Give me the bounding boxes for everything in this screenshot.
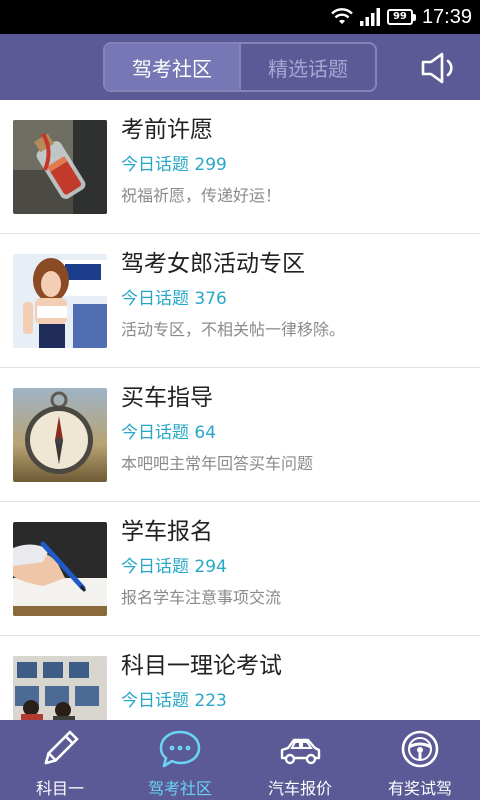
pencil-icon (44, 730, 79, 765)
compass-image (13, 388, 107, 482)
nav-label: 有奖试驾 (387, 779, 452, 798)
list-item[interactable]: 科目一理论考试 今日话题 223 (0, 636, 480, 720)
segmented-tabs: 驾考社区 精选话题 (103, 42, 377, 92)
tab-community[interactable]: 驾考社区 (105, 44, 239, 90)
nav-subject-one[interactable]: 科目一 (0, 720, 120, 800)
app-header: 驾考社区 精选话题 (0, 34, 480, 100)
item-description: 祝福祈愿，传递好运！ (121, 186, 282, 205)
speaker-icon[interactable] (420, 51, 460, 85)
status-bar: 99 17:39 (0, 0, 480, 34)
exam-room-image (13, 656, 107, 720)
steering-wheel-icon (401, 730, 439, 768)
status-time: 17:39 (421, 6, 472, 28)
nav-car-prices[interactable]: 汽车报价 (240, 720, 360, 800)
car-icon (280, 738, 321, 765)
item-topic-count: 今日话题 376 (121, 289, 227, 309)
battery-icon: 99 (386, 9, 416, 25)
tab-featured-topics[interactable]: 精选话题 (239, 44, 375, 90)
list-item[interactable]: 买车指导 今日话题 64 本吧吧主常年回答买车问题 (0, 368, 480, 502)
list-item[interactable]: 驾考女郎活动专区 今日话题 376 活动专区，不相关帖一律移除。 (0, 234, 480, 368)
item-title: 驾考女郎活动专区 (121, 251, 305, 277)
item-title: 考前许愿 (121, 117, 213, 143)
list-item[interactable]: 学车报名 今日话题 294 报名学车注意事项交流 (0, 502, 480, 636)
battery-level: 99 (386, 9, 413, 25)
item-topic-count: 今日话题 223 (121, 691, 227, 711)
item-topic-count: 今日话题 294 (121, 557, 227, 577)
nav-label: 汽车报价 (267, 779, 332, 798)
signal-icon (359, 8, 380, 26)
writing-hand-image (13, 522, 107, 616)
item-description: 报名学车注意事项交流 (121, 588, 282, 607)
list-item[interactable]: 考前许愿 今日话题 299 祝福祈愿，传递好运！ (0, 100, 480, 234)
item-title: 买车指导 (121, 385, 213, 411)
item-description: 本吧吧主常年回答买车问题 (121, 454, 314, 473)
model-girl-image (13, 254, 107, 348)
item-topic-count: 今日话题 299 (121, 155, 227, 175)
item-topic-count: 今日话题 64 (121, 423, 217, 443)
item-title: 科目一理论考试 (121, 653, 282, 679)
nav-community[interactable]: 驾考社区 (120, 720, 240, 800)
wifi-icon (331, 8, 353, 24)
wish-bottle-image (13, 120, 107, 214)
chat-bubble-icon (159, 730, 201, 768)
item-description: 活动专区，不相关帖一律移除。 (121, 320, 346, 339)
item-title: 学车报名 (121, 519, 213, 545)
nav-label: 科目一 (35, 779, 84, 798)
bottom-nav: 科目一 驾考社区 汽车报价 有奖试驾 (0, 720, 480, 800)
nav-label: 驾考社区 (147, 779, 212, 798)
forum-list: 考前许愿 今日话题 299 祝福祈愿，传递好运！ 驾考女郎活动专区 今日话题 3… (0, 100, 480, 720)
nav-test-drive[interactable]: 有奖试驾 (360, 720, 480, 800)
